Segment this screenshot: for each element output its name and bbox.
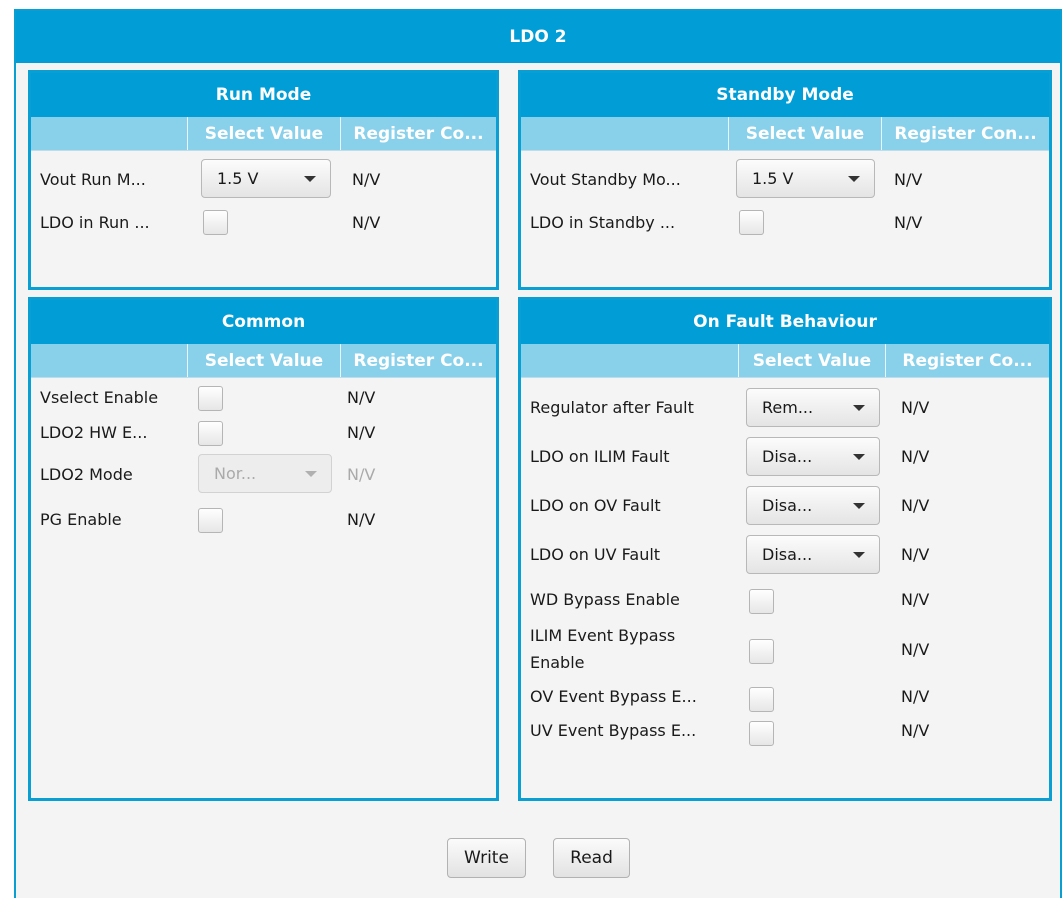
ldo2-mode-combo[interactable]: Nor... <box>198 454 332 493</box>
register-value: N/V <box>901 687 930 706</box>
vout-run-mode-combo[interactable]: 1.5 V <box>201 159 331 198</box>
chevron-down-icon <box>853 503 865 509</box>
on-fault-title: On Fault Behaviour <box>521 300 1049 344</box>
ldo-on-ov-fault-combo[interactable]: Disa... <box>746 486 880 525</box>
combo-value: Disa... <box>762 545 813 564</box>
standby-mode-column-header: Select Value Register Con... <box>521 117 1049 151</box>
chevron-down-icon <box>305 471 317 477</box>
on-fault-column-header: Select Value Register Co... <box>521 344 1049 378</box>
register-value: N/V <box>901 640 930 659</box>
register-value: N/V <box>901 447 930 466</box>
chevron-down-icon <box>853 552 865 558</box>
column-header-register: Register Co... <box>885 344 1049 377</box>
combo-value: 1.5 V <box>752 169 794 188</box>
chevron-down-icon <box>853 405 865 411</box>
combo-value: Nor... <box>214 464 257 483</box>
row-label: Regulator after Fault <box>530 398 694 417</box>
pg-enable-checkbox[interactable] <box>198 508 223 533</box>
register-value: N/V <box>347 465 376 484</box>
row-label: LDO on UV Fault <box>530 545 661 564</box>
ldo-in-standby-checkbox[interactable] <box>739 210 764 235</box>
column-header-select-value: Select Value <box>187 344 340 377</box>
row-label: Enable <box>530 653 585 672</box>
register-value: N/V <box>352 170 381 189</box>
window-title: LDO 2 <box>16 11 1060 63</box>
row-label: PG Enable <box>40 510 122 529</box>
column-header-select-value: Select Value <box>728 117 881 150</box>
run-mode-column-header: Select Value Register Co... <box>31 117 496 151</box>
row-label: LDO in Standby ... <box>530 213 676 232</box>
row-label: WD Bypass Enable <box>530 590 680 609</box>
ldo-in-run-checkbox[interactable] <box>203 210 228 235</box>
on-fault-panel: On Fault Behaviour Select Value Register… <box>518 297 1052 801</box>
column-header-name <box>521 117 728 150</box>
register-value: N/V <box>894 213 923 232</box>
register-value: N/V <box>894 170 923 189</box>
column-header-name <box>31 117 187 150</box>
column-header-register: Register Co... <box>340 117 496 150</box>
register-value: N/V <box>901 496 930 515</box>
common-panel: Common Select Value Register Co... Vsele… <box>28 297 499 801</box>
vout-standby-mode-combo[interactable]: 1.5 V <box>736 159 875 198</box>
write-button[interactable]: Write <box>447 838 526 878</box>
row-label: LDO in Run ... <box>40 213 150 232</box>
combo-value: Rem... <box>762 398 814 417</box>
row-label: LDO2 HW E... <box>40 423 148 442</box>
combo-value: 1.5 V <box>217 169 259 188</box>
register-value: N/V <box>347 510 376 529</box>
row-label: ILIM Event Bypass <box>530 626 676 645</box>
column-header-name <box>521 344 738 377</box>
ldo2-hw-enable-checkbox[interactable] <box>198 421 223 446</box>
column-header-select-value: Select Value <box>187 117 340 150</box>
row-label: UV Event Bypass E... <box>530 721 697 740</box>
chevron-down-icon <box>853 454 865 460</box>
ilim-event-bypass-enable-checkbox[interactable] <box>749 639 774 664</box>
common-title: Common <box>31 300 496 344</box>
regulator-after-fault-combo[interactable]: Rem... <box>746 388 880 427</box>
standby-mode-panel: Standby Mode Select Value Register Con..… <box>518 70 1052 290</box>
standby-mode-title: Standby Mode <box>521 73 1049 117</box>
register-value: N/V <box>347 388 376 407</box>
register-value: N/V <box>901 545 930 564</box>
register-value: N/V <box>901 398 930 417</box>
register-value: N/V <box>347 423 376 442</box>
ldo-on-uv-fault-combo[interactable]: Disa... <box>746 535 880 574</box>
common-column-header: Select Value Register Co... <box>31 344 496 378</box>
column-header-register: Register Co... <box>340 344 496 377</box>
read-button[interactable]: Read <box>553 838 630 878</box>
wd-bypass-enable-checkbox[interactable] <box>749 589 774 614</box>
column-header-register: Register Con... <box>881 117 1049 150</box>
run-mode-title: Run Mode <box>31 73 496 117</box>
run-mode-panel: Run Mode Select Value Register Co... Vou… <box>28 70 499 290</box>
ldo2-window: LDO 2 Run Mode Select Value Register Co.… <box>14 9 1062 898</box>
column-header-select-value: Select Value <box>738 344 885 377</box>
combo-value: Disa... <box>762 447 813 466</box>
row-label: Vout Run M... <box>40 170 146 189</box>
register-value: N/V <box>901 721 930 740</box>
row-label: LDO2 Mode <box>40 465 133 484</box>
chevron-down-icon <box>304 176 316 182</box>
uv-event-bypass-enable-checkbox[interactable] <box>749 721 774 746</box>
row-label: Vout Standby Mo... <box>530 170 681 189</box>
combo-value: Disa... <box>762 496 813 515</box>
row-label: LDO on OV Fault <box>530 496 661 515</box>
register-value: N/V <box>352 213 381 232</box>
ov-event-bypass-enable-checkbox[interactable] <box>749 687 774 712</box>
row-label: LDO on ILIM Fault <box>530 447 670 466</box>
register-value: N/V <box>901 590 930 609</box>
vselect-enable-checkbox[interactable] <box>198 386 223 411</box>
row-label: Vselect Enable <box>40 388 159 407</box>
row-label: OV Event Bypass E... <box>530 687 697 706</box>
chevron-down-icon <box>848 176 860 182</box>
column-header-name <box>31 344 187 377</box>
ldo-on-ilim-fault-combo[interactable]: Disa... <box>746 437 880 476</box>
